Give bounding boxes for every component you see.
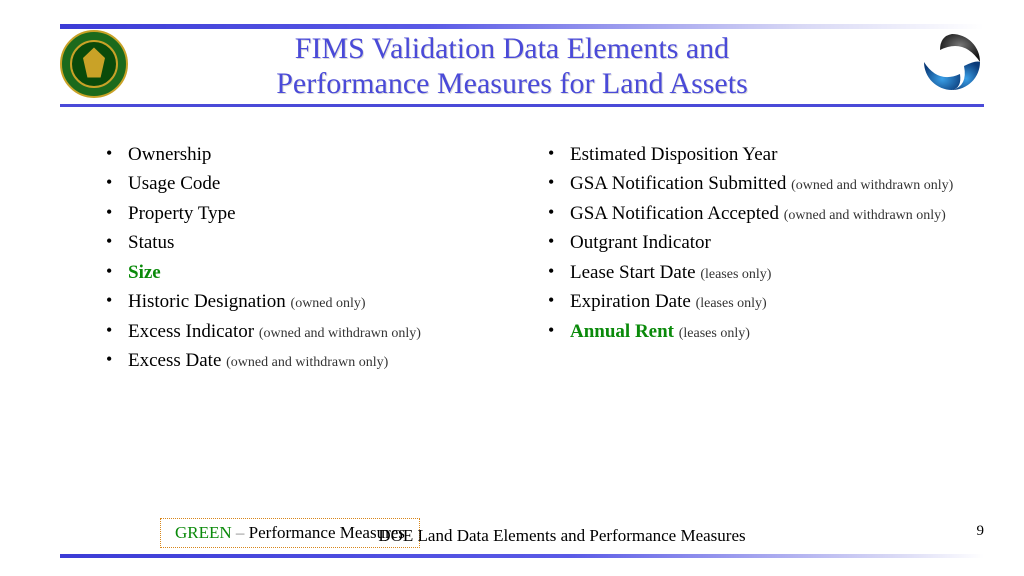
item-qualifier: (owned and withdrawn only): [259, 326, 421, 341]
item-label: Usage Code: [128, 173, 220, 194]
item-label: Property Type: [128, 203, 236, 224]
right-list: Estimated Disposition Year GSA Notificati…: [542, 140, 984, 346]
swoosh-logo-icon: [920, 30, 984, 94]
list-item: Excess Date (owned and withdrawn only): [100, 346, 542, 375]
item-label: Size: [128, 262, 161, 283]
left-column: Ownership Usage Code Property Type Status Si…: [100, 140, 542, 376]
item-label: Ownership: [128, 144, 211, 165]
list-item: Usage Code: [100, 169, 542, 198]
list-item: Estimated Disposition Year: [542, 140, 984, 169]
list-item: Ownership: [100, 140, 542, 169]
item-qualifier: (owned and withdrawn only): [784, 208, 946, 223]
footer-center-text: DOE Land Data Elements and Performance M…: [378, 526, 745, 546]
list-item: Expiration Date (leases only): [542, 287, 984, 316]
list-item: Outgrant Indicator: [542, 228, 984, 257]
item-label: Annual Rent: [570, 321, 674, 342]
doe-seal-icon: [60, 30, 128, 98]
slide: FIMS Validation Data Elements and Perfor…: [0, 0, 1024, 576]
item-label: Lease Start Date: [570, 262, 696, 283]
list-item: Lease Start Date (leases only): [542, 258, 984, 287]
item-label: Status: [128, 232, 174, 253]
top-rule: [60, 24, 984, 29]
item-qualifier: (owned only): [291, 296, 366, 311]
bottom-rule: [60, 554, 984, 558]
item-qualifier: (leases only): [700, 267, 771, 282]
left-list: Ownership Usage Code Property Type Status Si…: [100, 140, 542, 376]
slide-title: FIMS Validation Data Elements and Perfor…: [130, 32, 894, 101]
content-columns: Ownership Usage Code Property Type Status Si…: [100, 140, 984, 376]
item-label: Expiration Date: [570, 291, 691, 312]
title-line-1: FIMS Validation Data Elements and: [130, 32, 894, 67]
title-underline: [60, 104, 984, 107]
list-item: Status: [100, 228, 542, 257]
list-item: Size: [100, 258, 542, 287]
list-item: GSA Notification Accepted (owned and wit…: [542, 199, 984, 228]
item-qualifier: (leases only): [696, 296, 767, 311]
item-label: Estimated Disposition Year: [570, 144, 777, 165]
right-column: Estimated Disposition Year GSA Notificati…: [542, 140, 984, 376]
item-label: Excess Indicator: [128, 321, 254, 342]
item-label: Historic Designation: [128, 291, 286, 312]
list-item: GSA Notification Submitted (owned and wi…: [542, 169, 984, 198]
list-item: Annual Rent (leases only): [542, 317, 984, 346]
footer-center: DOE Land Data Elements and Performance M…: [0, 526, 1024, 546]
list-item: Historic Designation (owned only): [100, 287, 542, 316]
title-line-2: Performance Measures for Land Assets: [130, 67, 894, 102]
list-item: Property Type: [100, 199, 542, 228]
list-item: Excess Indicator (owned and withdrawn on…: [100, 317, 542, 346]
item-label: Outgrant Indicator: [570, 232, 711, 253]
item-qualifier: (leases only): [679, 326, 750, 341]
item-qualifier: (owned and withdrawn only): [791, 178, 953, 193]
item-label: GSA Notification Accepted: [570, 203, 779, 224]
item-qualifier: (owned and withdrawn only): [226, 355, 388, 370]
item-label: GSA Notification Submitted: [570, 173, 786, 194]
item-label: Excess Date: [128, 350, 221, 371]
page-number: 9: [977, 523, 985, 540]
